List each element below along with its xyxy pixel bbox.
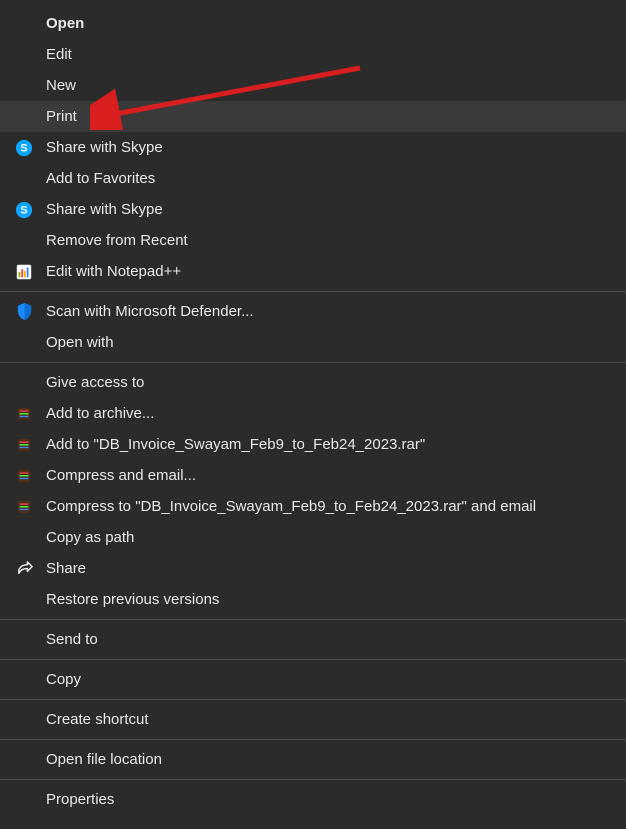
menu-item-label: Scan with Microsoft Defender...: [46, 303, 254, 320]
menu-item-label: Properties: [46, 791, 114, 808]
menu-item-defender[interactable]: Scan with Microsoft Defender...: [0, 296, 626, 327]
menu-item-share-skype-1[interactable]: S Share with Skype: [0, 132, 626, 163]
menu-item-label: New: [46, 77, 76, 94]
archive-icon: [14, 466, 34, 486]
menu-item-label: Edit with Notepad++: [46, 263, 181, 280]
separator: [0, 619, 626, 620]
menu-item-label: Compress and email...: [46, 467, 196, 484]
svg-text:S: S: [20, 142, 27, 154]
menu-item-open[interactable]: Open: [0, 8, 626, 39]
menu-item-label: Copy as path: [46, 529, 134, 546]
menu-item-label: Restore previous versions: [46, 591, 219, 608]
menu-item-print[interactable]: Print: [0, 101, 626, 132]
separator: [0, 362, 626, 363]
menu-item-open-with[interactable]: Open with: [0, 327, 626, 358]
menu-item-label: Share: [46, 560, 86, 577]
menu-item-label: Share with Skype: [46, 139, 163, 156]
share-icon: [14, 559, 34, 579]
svg-text:S: S: [20, 204, 27, 216]
menu-item-share-skype-2[interactable]: S Share with Skype: [0, 194, 626, 225]
menu-item-copy-path[interactable]: Copy as path: [0, 522, 626, 553]
menu-item-edit[interactable]: Edit: [0, 39, 626, 70]
menu-item-open-location[interactable]: Open file location: [0, 744, 626, 775]
archive-icon: [14, 435, 34, 455]
menu-item-label: Open: [46, 15, 84, 32]
menu-item-notepad[interactable]: Edit with Notepad++: [0, 256, 626, 287]
separator: [0, 779, 626, 780]
menu-item-send-to[interactable]: Send to: [0, 624, 626, 655]
menu-item-label: Add to archive...: [46, 405, 154, 422]
menu-item-label: Copy: [46, 671, 81, 688]
menu-item-properties[interactable]: Properties: [0, 784, 626, 815]
separator: [0, 699, 626, 700]
context-menu: Open Edit New Print S Share with Skype Add to …: [0, 0, 626, 815]
menu-item-label: Print: [46, 108, 77, 125]
separator: [0, 291, 626, 292]
menu-item-label: Share with Skype: [46, 201, 163, 218]
shield-icon: [14, 302, 34, 322]
menu-item-share[interactable]: Share: [0, 553, 626, 584]
menu-item-add-favorites[interactable]: Add to Favorites: [0, 163, 626, 194]
skype-icon: S: [14, 138, 34, 158]
menu-item-add-to-rar[interactable]: Add to "DB_Invoice_Swayam_Feb9_to_Feb24_…: [0, 429, 626, 460]
menu-item-restore-versions[interactable]: Restore previous versions: [0, 584, 626, 615]
menu-item-compress-to-rar[interactable]: Compress to "DB_Invoice_Swayam_Feb9_to_F…: [0, 491, 626, 522]
menu-item-label: Compress to "DB_Invoice_Swayam_Feb9_to_F…: [46, 498, 536, 515]
separator: [0, 659, 626, 660]
menu-item-copy[interactable]: Copy: [0, 664, 626, 695]
menu-item-label: Open with: [46, 334, 114, 351]
menu-item-remove-recent[interactable]: Remove from Recent: [0, 225, 626, 256]
notepad-icon: [14, 262, 34, 282]
skype-icon: S: [14, 200, 34, 220]
menu-item-label: Give access to: [46, 374, 144, 391]
menu-item-label: Create shortcut: [46, 711, 149, 728]
menu-item-new[interactable]: New: [0, 70, 626, 101]
archive-icon: [14, 404, 34, 424]
menu-item-label: Send to: [46, 631, 98, 648]
menu-item-label: Edit: [46, 46, 72, 63]
menu-item-label: Remove from Recent: [46, 232, 188, 249]
separator: [0, 739, 626, 740]
menu-item-label: Add to "DB_Invoice_Swayam_Feb9_to_Feb24_…: [46, 436, 425, 453]
menu-item-give-access[interactable]: Give access to: [0, 367, 626, 398]
menu-item-label: Add to Favorites: [46, 170, 155, 187]
menu-item-add-archive[interactable]: Add to archive...: [0, 398, 626, 429]
menu-item-compress-email[interactable]: Compress and email...: [0, 460, 626, 491]
archive-icon: [14, 497, 34, 517]
menu-item-label: Open file location: [46, 751, 162, 768]
menu-item-create-shortcut[interactable]: Create shortcut: [0, 704, 626, 735]
